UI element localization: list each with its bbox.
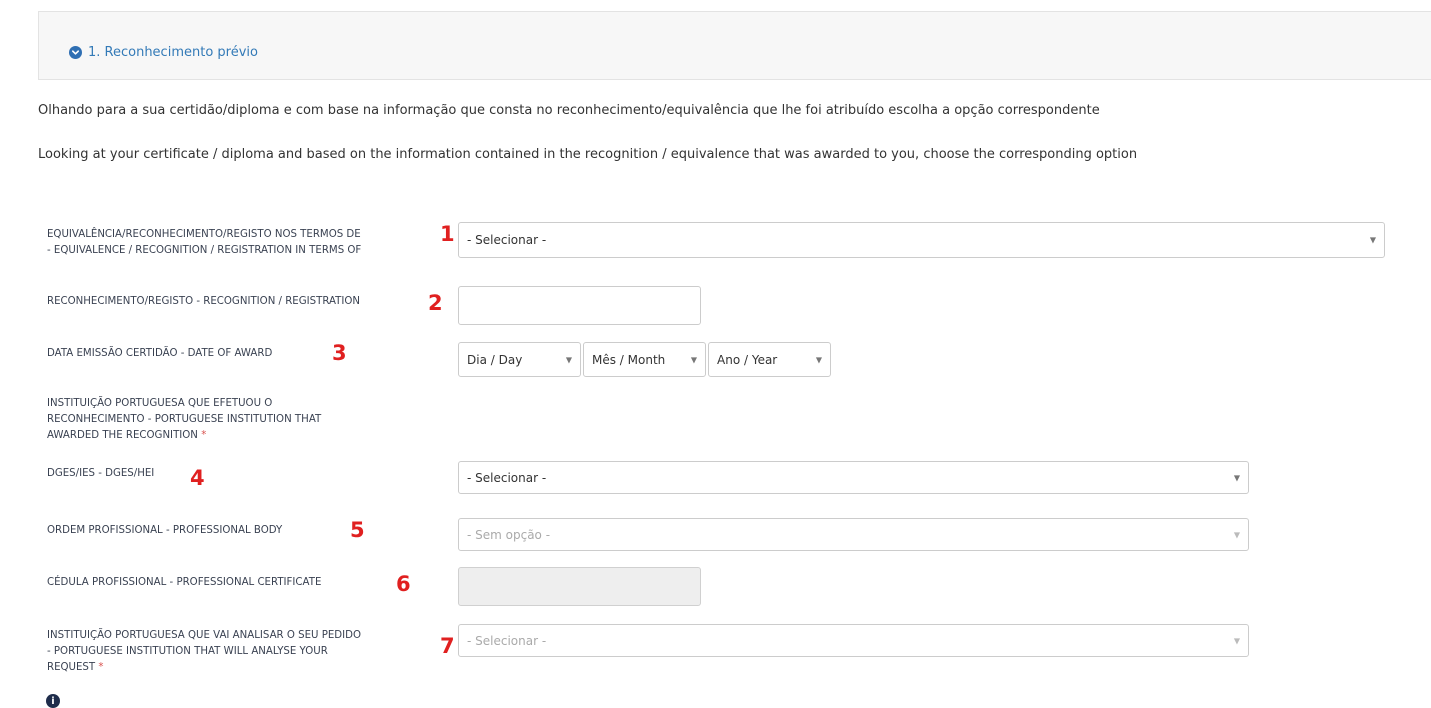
caret-down-icon: ▼: [565, 355, 572, 364]
institution-group-line3: AWARDED THE RECOGNITION: [47, 430, 198, 441]
dges-select-value: - Selecionar -: [467, 470, 547, 485]
required-asterisk: *: [201, 430, 207, 441]
annotation-number-4: 4: [190, 466, 205, 490]
annotation-number-6: 6: [396, 572, 411, 596]
day-select-value: Dia / Day: [467, 352, 523, 367]
dges-label: DGES/IES - DGES/HEI: [47, 468, 155, 479]
intro-text-en: Looking at your certificate / diploma an…: [38, 147, 1138, 162]
date-of-award-label: DATA EMISSÃO CERTIDÃO - DATE OF AWARD: [47, 348, 273, 359]
caret-down-icon: ▼: [1369, 235, 1376, 245]
professional-certificate-input[interactable]: [458, 567, 701, 606]
analysing-institution-label: INSTITUIÇÃO PORTUGUESA QUE VAI ANALISAR …: [47, 628, 361, 676]
month-select[interactable]: Mês / Month ▼: [583, 342, 706, 377]
analysing-institution-select[interactable]: - Selecionar - ▼: [458, 624, 1249, 657]
analysing-institution-line1: INSTITUIÇÃO PORTUGUESA QUE VAI ANALISAR …: [47, 630, 362, 641]
caret-down-icon: ▼: [690, 355, 697, 364]
annotation-number-1: 1: [440, 222, 455, 246]
institution-group-label: INSTITUIÇÃO PORTUGUESA QUE EFETUOU O REC…: [47, 396, 321, 444]
equivalence-label-line2: - EQUIVALENCE / RECOGNITION / REGISTRATI…: [47, 245, 362, 256]
caret-down-icon: ▼: [815, 355, 822, 364]
institution-group-line2: RECONHECIMENTO - PORTUGUESE INSTITUTION …: [47, 414, 322, 425]
section-header[interactable]: 1. Reconhecimento prévio: [38, 11, 1431, 80]
caret-down-icon: ▼: [1233, 530, 1240, 539]
equivalence-select[interactable]: - Selecionar - ▼: [458, 222, 1385, 258]
dges-select[interactable]: - Selecionar - ▼: [458, 461, 1249, 494]
required-asterisk: *: [98, 662, 104, 673]
equivalence-select-value: - Selecionar -: [467, 233, 547, 247]
professional-body-label: ORDEM PROFISSIONAL - PROFESSIONAL BODY: [47, 525, 283, 536]
year-select[interactable]: Ano / Year ▼: [708, 342, 831, 377]
professional-body-select[interactable]: - Sem opção - ▼: [458, 518, 1249, 551]
section-title: 1. Reconhecimento prévio: [88, 45, 258, 60]
equivalence-label-line1: EQUIVALÊNCIA/RECONHECIMENTO/REGISTO NOS …: [47, 229, 361, 240]
caret-down-icon: ▼: [1233, 636, 1240, 645]
annotation-number-2: 2: [428, 291, 443, 315]
annotation-number-3: 3: [332, 341, 347, 365]
recognition-input[interactable]: [458, 286, 701, 325]
analysing-institution-line2: - PORTUGUESE INSTITUTION THAT WILL ANALY…: [47, 646, 328, 657]
equivalence-label: EQUIVALÊNCIA/RECONHECIMENTO/REGISTO NOS …: [47, 227, 361, 259]
intro-text-pt: Olhando para a sua certidão/diploma e co…: [38, 103, 1100, 118]
analysing-institution-select-value: - Selecionar -: [467, 633, 547, 648]
recognition-label: RECONHECIMENTO/REGISTO - RECOGNITION / R…: [47, 296, 361, 307]
annotation-number-5: 5: [350, 518, 365, 542]
year-select-value: Ano / Year: [717, 352, 778, 367]
info-circle-icon[interactable]: i: [46, 694, 60, 708]
professional-certificate-label: CÉDULA PROFISSIONAL - PROFESSIONAL CERTI…: [47, 577, 322, 588]
section-toggle[interactable]: 1. Reconhecimento prévio: [69, 45, 258, 60]
institution-group-line1: INSTITUIÇÃO PORTUGUESA QUE EFETUOU O: [47, 398, 273, 409]
day-select[interactable]: Dia / Day ▼: [458, 342, 581, 377]
professional-body-select-value: - Sem opção -: [467, 527, 551, 542]
chevron-down-circle-icon: [69, 46, 82, 59]
annotation-number-7: 7: [440, 634, 455, 658]
caret-down-icon: ▼: [1233, 473, 1240, 482]
analysing-institution-line3: REQUEST: [47, 662, 96, 673]
month-select-value: Mês / Month: [592, 352, 666, 367]
